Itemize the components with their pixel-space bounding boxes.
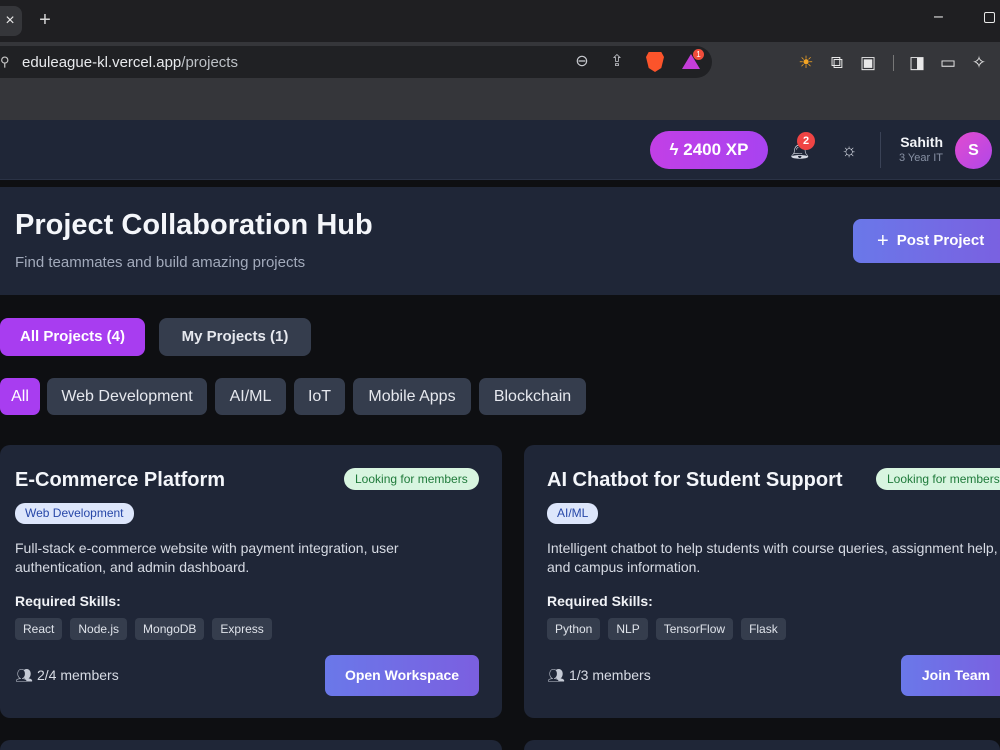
skills-list: React Node.js MongoDB Express [15,618,272,640]
minimize-window-button[interactable]: – [934,8,943,26]
category-badge: Web Development [15,503,134,524]
browser-toolbar: ⚲ eduleague-kl.vercel.app/projects ⊖ ⇪ 1… [0,42,1000,82]
bookmarks-bar [0,82,1000,120]
members-count: 👥︎ 1/3 members [547,667,651,684]
address-bar[interactable]: ⚲ eduleague-kl.vercel.app/projects ⊖ ⇪ 1 [0,46,712,78]
url-path: /projects [181,54,238,71]
leo-ai-icon[interactable]: ✧ [968,52,990,74]
xp-label: 2400 XP [683,140,749,159]
filter-mobile-apps[interactable]: Mobile Apps [353,378,471,415]
status-badge: Looking for members [344,468,479,490]
reader-mode-icon[interactable]: ▣ [857,52,879,74]
members-count: 👥︎ 2/4 members [15,667,119,684]
skill-tag: MongoDB [135,618,205,640]
skill-tag: Express [212,618,272,640]
brave-shields-icon[interactable] [646,52,664,72]
category-badge: AI/ML [547,503,599,524]
skill-tag: Flask [741,618,786,640]
post-project-button[interactable]: + Post Project [853,219,1000,263]
restore-window-button[interactable] [984,12,995,23]
close-tab-icon[interactable]: × [0,10,20,32]
notification-badge: 2 [797,132,815,150]
skill-tag: NLP [608,618,648,640]
project-title: AI Chatbot for Student Support [547,469,843,491]
filter-all[interactable]: All [0,378,40,415]
user-name[interactable]: Sahith [880,134,943,150]
join-team-button[interactable]: Join Team [901,655,1000,696]
browser-tab-bar: × + – [0,0,1000,42]
required-skills-label: Required Skills: [547,593,653,609]
sidebar-icon[interactable]: ◨ [906,52,928,74]
tab-my-projects[interactable]: My Projects (1) [159,318,311,356]
page-subtitle: Find teammates and build amazing project… [15,254,306,271]
url-domain: eduleague-kl.vercel.app [22,54,182,71]
users-icon: 👥︎ [15,667,33,683]
share-icon[interactable]: ⇪ [607,52,627,72]
filter-iot[interactable]: IoT [294,378,345,415]
project-title: E-Commerce Platform [15,469,226,491]
lightning-icon: ϟ [669,140,684,159]
skill-tag: TensorFlow [655,618,734,640]
project-card: AI Chatbot for Student Support Looking f… [524,445,1000,718]
zoom-icon[interactable]: ⊖ [572,52,592,72]
status-badge: Looking for members [876,468,1000,490]
new-tab-button[interactable]: + [34,9,56,31]
members-text: 2/4 members [37,667,119,683]
open-workspace-button[interactable]: Open Workspace [325,655,479,696]
users-icon: 👥︎ [547,667,565,683]
site-info-icon[interactable]: ⚲ [0,54,10,70]
url-text[interactable]: eduleague-kl.vercel.app/projects [22,54,238,71]
filter-web-development[interactable]: Web Development [47,378,207,415]
hero-panel: Project Collaboration Hub Find teammates… [0,187,1000,295]
theme-toggle-icon[interactable]: ☼ [838,139,860,161]
app-header: ϟ 2400 XP 🔔︎ ☼ Sahith 3 Year IT S [0,120,1000,180]
project-description: Intelligent chatbot to help students wit… [547,540,998,575]
project-description: Full-stack e-commerce website with payme… [15,540,399,575]
avatar[interactable]: S [955,132,992,169]
next-project-card [524,740,1000,750]
toolbar-divider [893,55,894,71]
skill-tag: Node.js [70,618,128,640]
skills-list: Python NLP TensorFlow Flask [547,618,786,640]
tab-all-projects[interactable]: All Projects (4) [0,318,145,356]
extensions-icon[interactable]: ⧉ [826,52,848,74]
skill-tag: React [15,618,63,640]
sun-extension-icon[interactable]: ☀ [795,52,817,74]
user-year: 3 Year IT [898,152,943,164]
members-text: 1/3 members [569,667,651,683]
filter-ai-ml[interactable]: AI/ML [215,378,286,415]
xp-badge[interactable]: ϟ 2400 XP [650,131,768,169]
filter-blockchain[interactable]: Blockchain [479,378,586,415]
plus-icon: + [877,230,889,252]
page-title: Project Collaboration Hub [15,209,373,241]
post-project-label: Post Project [896,232,985,249]
rewards-badge: 1 [693,49,704,60]
next-project-card [0,740,502,750]
required-skills-label: Required Skills: [15,593,121,609]
project-card: E-Commerce Platform Looking for members … [0,445,502,718]
skill-tag: Python [547,618,601,640]
wallet-icon[interactable]: ▭ [937,52,959,74]
